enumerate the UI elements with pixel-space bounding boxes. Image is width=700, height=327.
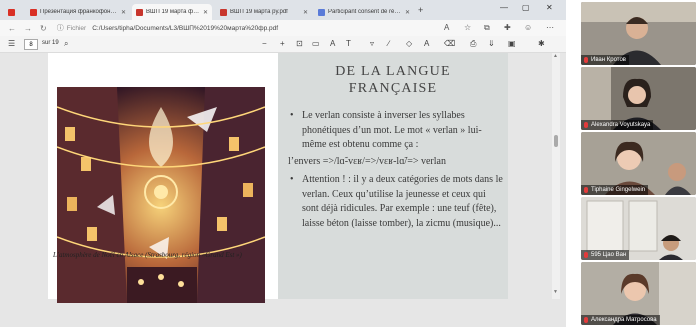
- slide-title: DE LA LANGUE FRANÇAISE: [278, 63, 508, 97]
- minimize-button[interactable]: —: [500, 3, 508, 12]
- save-icon[interactable]: ⇓: [488, 39, 495, 48]
- info-icon: ⓘ: [56, 25, 64, 32]
- tab-pdf-fr[interactable]: ВШП 19 марта фр.pdf ✕: [132, 4, 212, 20]
- scroll-down-icon[interactable]: ▼: [553, 289, 558, 295]
- close-tab-icon[interactable]: ✕: [405, 9, 410, 16]
- favorite-star-icon[interactable]: ☆: [464, 23, 471, 32]
- tab-presentation[interactable]: Презентация франкофония - ... ✕: [26, 4, 130, 20]
- close-tab-icon[interactable]: ✕: [203, 9, 208, 16]
- maximize-button[interactable]: ▢: [522, 3, 530, 12]
- tab-bar: Презентация франкофония - ... ✕ ВШП 19 м…: [0, 0, 566, 20]
- close-tab-icon[interactable]: ✕: [121, 9, 126, 16]
- contents-menu-icon[interactable]: ☰: [8, 39, 15, 48]
- participant-name: 595 Цао Ван: [591, 252, 627, 258]
- vertical-scrollbar[interactable]: ▲ ▼: [552, 53, 560, 299]
- refresh-icon[interactable]: ↻: [40, 24, 47, 33]
- participant-name-bar: Alexandra Voyutskaya: [581, 120, 654, 130]
- tab-label: ВШП 19 марта ру.pdf: [230, 9, 288, 15]
- gmail-favicon-icon: [30, 8, 37, 16]
- slide-text-panel: DE LA LANGUE FRANÇAISE Le verlan consist…: [278, 53, 508, 299]
- participant-name: Александра Матросова: [591, 317, 657, 323]
- close-tab-icon[interactable]: ✕: [303, 9, 308, 16]
- microphone-muted-icon: [584, 317, 588, 323]
- page-number-input[interactable]: 8: [24, 39, 38, 50]
- close-window-button[interactable]: ✕: [546, 3, 553, 12]
- address-bar: ← → ↻ ⓘ Fichier C:/Users/tipha/Documents…: [0, 20, 566, 36]
- scrollbar-thumb[interactable]: [554, 135, 558, 147]
- microphone-muted-icon: [584, 122, 588, 128]
- slide-transformation-line: l’envers =>/lɑ̃-vɛʁ/=>/vɛʁ-lɑ̃/=> verlan: [288, 155, 446, 167]
- tab-label: Презентация франкофония - ...: [40, 9, 118, 15]
- pin-toolbar-icon[interactable]: ✱: [538, 39, 545, 48]
- participant-tile[interactable]: Иван Кротов: [581, 2, 696, 65]
- zoom-in-icon[interactable]: +: [280, 39, 285, 48]
- new-tab-button[interactable]: +: [418, 5, 423, 15]
- back-arrow-icon[interactable]: ←: [8, 24, 16, 33]
- read-aloud-icon[interactable]: A: [330, 39, 335, 48]
- tab-pdf-ru[interactable]: ВШП 19 марта ру.pdf ✕: [216, 4, 312, 20]
- slide-title-line2: FRANÇAISE: [348, 81, 438, 96]
- pdf-page-slide: L’atmosphère de Noël en Alsace (Strasbou…: [48, 53, 508, 303]
- pdf-favicon-icon: [220, 8, 227, 16]
- participant-name-bar: Tiphaine Gingelwein: [581, 185, 649, 195]
- photo-caption: L’atmosphère de Noël en Alsace (Strasbou…: [53, 251, 242, 259]
- microphone-muted-icon: [584, 187, 588, 193]
- participant-name: Иван Кротов: [591, 57, 626, 63]
- tab-label: ВШП 19 марта фр.pdf: [146, 9, 200, 15]
- document-favicon-icon: [318, 8, 325, 16]
- text-icon[interactable]: T: [346, 39, 351, 48]
- participant-tile[interactable]: Tiphaine Gingelwein: [581, 132, 696, 195]
- add-text-icon[interactable]: A: [424, 39, 429, 48]
- page-total: sur 19: [42, 40, 59, 46]
- search-icon[interactable]: ⌕: [64, 39, 68, 49]
- browser-window: Презентация франкофония - ... ✕ ВШП 19 м…: [0, 0, 566, 327]
- participant-tile[interactable]: 595 Цао Ван: [581, 197, 696, 260]
- tab-consent[interactable]: Participant consent de réunion ... ✕: [314, 4, 414, 20]
- site-label: Fichier: [66, 24, 87, 32]
- tab-label: Participant consent de réunion ...: [328, 9, 402, 15]
- gmail-favicon-icon: [8, 8, 15, 16]
- save-as-icon[interactable]: ▣: [508, 39, 516, 48]
- pdf-toolbar: ☰ 8 sur 19 ⌕ − + ⊡ ▭ A T ▿ ∕ ◇ A ⌫ ⎙ ⇓ ▣…: [0, 36, 566, 53]
- participant-tile[interactable]: Alexandra Voyutskaya: [581, 67, 696, 130]
- participants-panel: Иван Кротов Alexandra Voyutskaya Tiphain…: [566, 0, 700, 327]
- slide-body: Le verlan consiste à inverser les syllab…: [288, 109, 504, 231]
- participant-name: Tiphaine Gingelwein: [591, 187, 646, 193]
- extensions-icon[interactable]: ✚: [504, 23, 511, 32]
- fit-page-icon[interactable]: ⊡: [296, 39, 303, 48]
- zoom-out-icon[interactable]: −: [262, 39, 267, 48]
- erase-icon[interactable]: ⌫: [444, 39, 455, 48]
- slide-title-line1: DE LA LANGUE: [335, 64, 451, 79]
- slide-bullet-verlan: Le verlan consiste à inverser les syllab…: [288, 109, 504, 153]
- profile-icon[interactable]: ☺: [524, 23, 532, 32]
- read-aloud-icon[interactable]: A: [444, 23, 449, 32]
- scroll-up-icon[interactable]: ▲: [553, 53, 558, 59]
- participant-name-bar: Александра Матросова: [581, 315, 660, 325]
- pdf-favicon-icon: [136, 8, 143, 16]
- participant-name-bar: 595 Цао Ван: [581, 250, 630, 260]
- draw-icon[interactable]: ▿: [370, 39, 374, 48]
- url-text: C:/Users/tipha/Documents/L3/ВШП%2019%20м…: [92, 24, 279, 32]
- participant-name-bar: Иван Кротов: [581, 55, 629, 65]
- print-icon[interactable]: ⎙: [470, 39, 476, 49]
- participant-tile[interactable]: Александра Матросова: [581, 262, 696, 325]
- more-menu-icon[interactable]: ⋯: [546, 23, 554, 32]
- forward-arrow-icon[interactable]: →: [24, 24, 32, 33]
- highlight-icon[interactable]: ∕: [388, 39, 389, 48]
- christmas-street-photo: [57, 87, 265, 303]
- collections-icon[interactable]: ⧉: [484, 23, 490, 33]
- url-field[interactable]: ⓘ Fichier C:/Users/tipha/Documents/L3/ВШ…: [57, 23, 278, 33]
- participant-name: Alexandra Voyutskaya: [591, 122, 651, 128]
- page-view-icon[interactable]: ▭: [312, 39, 320, 48]
- eraser-icon[interactable]: ◇: [406, 39, 412, 48]
- microphone-muted-icon: [584, 57, 588, 63]
- slide-bullet-attention: Attention ! : il y a deux catégories de …: [288, 173, 504, 231]
- microphone-muted-icon: [584, 252, 588, 258]
